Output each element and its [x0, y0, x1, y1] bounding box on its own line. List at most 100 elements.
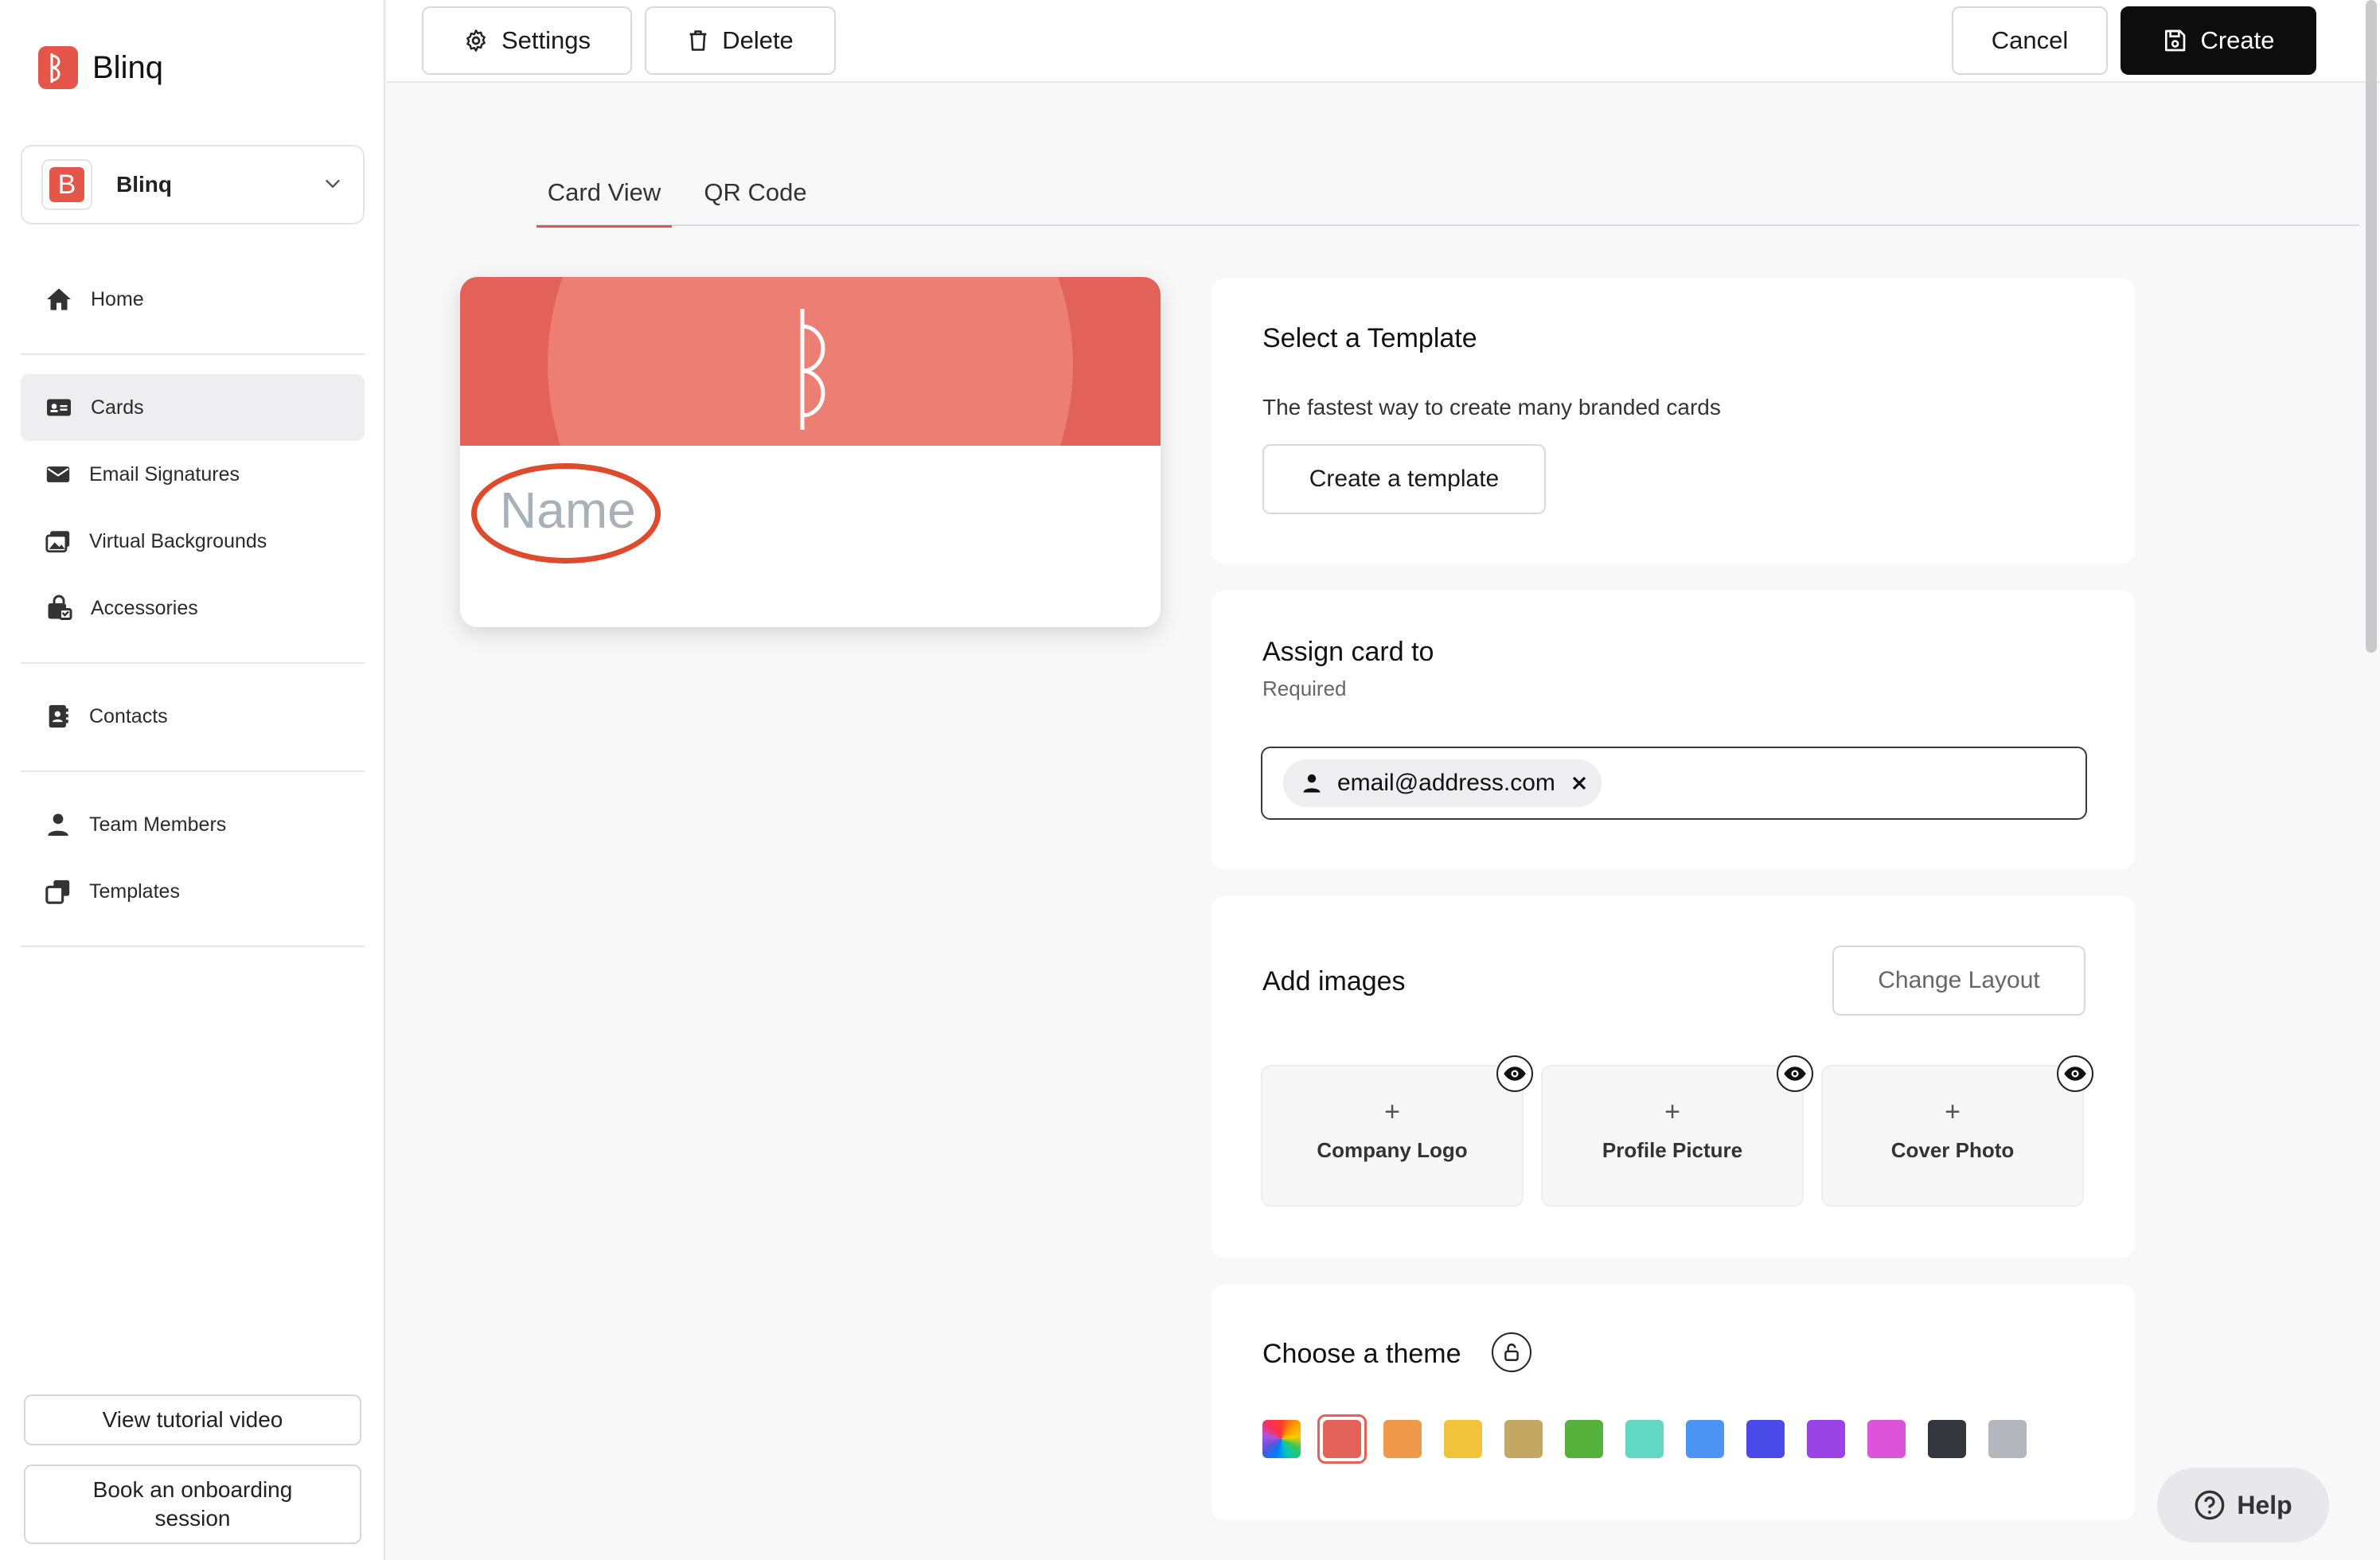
cover-photo-slot[interactable]: + Cover Photo [1821, 1055, 2093, 1207]
sidebar-item-contacts[interactable]: Contacts [21, 683, 365, 750]
view-tutorial-button[interactable]: View tutorial video [24, 1394, 361, 1445]
theme-swatch[interactable] [1444, 1420, 1482, 1458]
nav-divider [21, 946, 365, 947]
sidebar-item-label: Email Signatures [89, 462, 240, 486]
profile-picture-slot[interactable]: + Profile Picture [1541, 1055, 1813, 1207]
theme-swatch[interactable] [1323, 1420, 1361, 1458]
plus-icon: + [1664, 1097, 1680, 1127]
plus-icon: + [1945, 1097, 1961, 1127]
eye-icon[interactable] [1777, 1055, 1813, 1092]
brand[interactable]: Blinq [38, 46, 163, 89]
theme-swatch[interactable] [1807, 1420, 1845, 1458]
chip-email: email@address.com [1337, 770, 1555, 796]
create-template-button[interactable]: Create a template [1262, 444, 1546, 514]
create-label: Create [2200, 26, 2275, 54]
chevron-down-icon [322, 172, 344, 198]
theme-swatch[interactable] [1928, 1420, 1966, 1458]
create-button[interactable]: Create [2121, 6, 2316, 75]
nav-divider [21, 662, 365, 664]
workspace-avatar: B [41, 159, 92, 210]
panel-title: Choose a theme [1262, 1339, 1461, 1369]
workspace-switcher[interactable]: B Blinq [21, 145, 365, 224]
blinq-logo-icon [800, 309, 825, 430]
envelope-icon [46, 466, 70, 482]
trash-icon [689, 30, 707, 51]
app-name: Blinq [92, 49, 163, 85]
panel-title: Select a Template [1262, 323, 1477, 353]
settings-button[interactable]: Settings [422, 6, 632, 75]
nav-divider [21, 770, 365, 772]
theme-swatch[interactable] [1686, 1420, 1724, 1458]
sidebar-item-templates[interactable]: Templates [21, 858, 365, 925]
sidebar-item-label: Contacts [89, 704, 168, 727]
sidebar-item-team-members[interactable]: Team Members [21, 791, 365, 858]
tab-label: Card View [547, 178, 661, 206]
change-layout-button[interactable]: Change Layout [1832, 946, 2085, 1016]
lock-icon[interactable] [1492, 1332, 1531, 1372]
user-icon [48, 813, 68, 837]
id-card-icon [47, 399, 71, 416]
slot-label: Profile Picture [1602, 1138, 1743, 1162]
theme-swatch[interactable] [1988, 1420, 2027, 1458]
choose-theme-panel: Choose a theme [1211, 1285, 2135, 1520]
theme-swatch[interactable] [1565, 1420, 1603, 1458]
delete-label: Delete [722, 26, 794, 54]
card-header [460, 277, 1161, 446]
sidebar-item-label: Accessories [91, 596, 198, 619]
close-icon[interactable] [1570, 774, 1589, 793]
tab-label: QR Code [704, 178, 807, 206]
company-logo-slot[interactable]: + Company Logo [1261, 1055, 1533, 1207]
workspace-badge-letter: B [49, 167, 84, 202]
card-preview[interactable]: Name [460, 277, 1161, 627]
sidebar-item-home[interactable]: Home [21, 266, 365, 333]
select-template-panel: Select a Template The fastest way to cre… [1211, 279, 2135, 564]
question-circle-icon [2195, 1490, 2225, 1520]
assign-card-panel: Assign card to Required email@address.co… [1211, 591, 2135, 869]
address-book-icon [49, 704, 68, 728]
settings-label: Settings [501, 26, 591, 54]
images-icon [45, 531, 70, 553]
save-icon [2165, 29, 2186, 52]
eye-icon[interactable] [1496, 1055, 1533, 1092]
sidebar-item-virtual-backgrounds[interactable]: Virtual Backgrounds [21, 508, 365, 575]
sidebar-item-email-signatures[interactable]: Email Signatures [21, 441, 365, 508]
panel-subtitle: The fastest way to create many branded c… [1262, 395, 1721, 419]
plus-icon: + [1384, 1097, 1400, 1127]
page-scrollbar[interactable] [2366, 0, 2377, 653]
sidebar-item-label: Templates [89, 879, 180, 903]
tab-qr-code[interactable]: QR Code [688, 167, 823, 226]
add-images-panel: Add images Change Layout + Company Logo … [1211, 896, 2135, 1258]
theme-swatch[interactable] [1383, 1420, 1422, 1458]
blinq-logo-icon [38, 46, 78, 89]
sidebar-item-label: Cards [91, 396, 144, 419]
app-root: Blinq B Blinq Home Cards Email Signature… [0, 0, 2380, 1560]
delete-button[interactable]: Delete [645, 6, 836, 75]
slot-label: Company Logo [1317, 1138, 1468, 1162]
panel-title: Add images [1262, 966, 1406, 996]
theme-swatch[interactable] [1867, 1420, 1906, 1458]
theme-swatches [1262, 1414, 2049, 1464]
view-tabs: Card View QR Code [536, 167, 2359, 228]
top-toolbar: Settings Delete Cancel Create [387, 0, 2380, 83]
sidebar-item-label: Team Members [89, 813, 227, 836]
tab-card-view[interactable]: Card View [536, 167, 672, 228]
theme-swatch[interactable] [1504, 1420, 1543, 1458]
theme-swatch[interactable] [1746, 1420, 1785, 1458]
help-button[interactable]: Help [2157, 1468, 2329, 1542]
sidebar: Blinq B Blinq Home Cards Email Signature… [0, 0, 385, 1560]
selected-swatch-ring [1317, 1414, 1367, 1464]
sidebar-item-accessories[interactable]: Accessories [21, 575, 365, 642]
copy-icon [45, 879, 70, 904]
sidebar-item-label: Virtual Backgrounds [89, 529, 267, 552]
cancel-button[interactable]: Cancel [1952, 6, 2108, 75]
theme-swatch[interactable] [1625, 1420, 1664, 1458]
sidebar-item-cards[interactable]: Cards [21, 374, 365, 441]
assign-email-input[interactable]: email@address.com [1261, 747, 2087, 820]
home-icon [47, 288, 71, 310]
eye-icon[interactable] [2057, 1055, 2093, 1092]
panel-title: Assign card to [1262, 637, 1434, 667]
name-highlight-ring [471, 463, 661, 564]
theme-swatch[interactable] [1262, 1420, 1301, 1458]
book-onboarding-button[interactable]: Book an onboarding session [24, 1464, 361, 1544]
nav-divider [21, 353, 365, 355]
